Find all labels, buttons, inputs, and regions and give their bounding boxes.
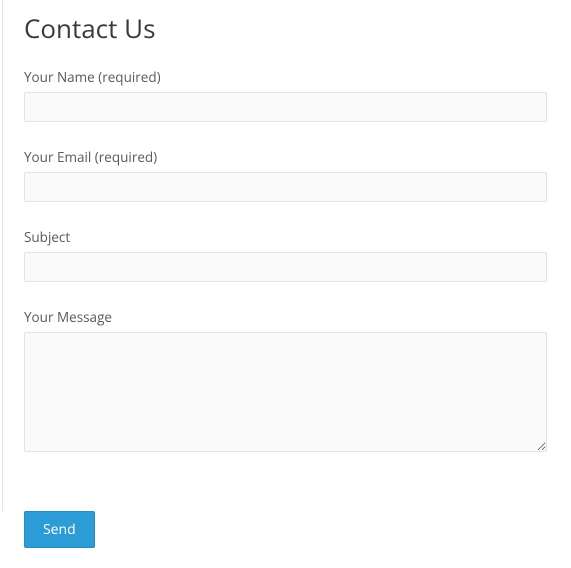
- subject-input[interactable]: [24, 252, 547, 282]
- subject-field-group: Subject: [24, 228, 547, 282]
- message-field-group: Your Message: [24, 308, 547, 457]
- message-textarea[interactable]: [24, 332, 547, 452]
- email-field-group: Your Email (required): [24, 148, 547, 202]
- subject-label: Subject: [24, 228, 547, 246]
- send-button[interactable]: Send: [24, 511, 95, 548]
- name-input[interactable]: [24, 92, 547, 122]
- name-label: Your Name (required): [24, 68, 547, 86]
- contact-page: Contact Us Your Name (required) Your Ema…: [0, 0, 571, 568]
- vertical-divider: [2, 0, 3, 511]
- page-title: Contact Us: [24, 10, 547, 46]
- email-input[interactable]: [24, 172, 547, 202]
- message-label: Your Message: [24, 308, 547, 326]
- email-label: Your Email (required): [24, 148, 547, 166]
- name-field-group: Your Name (required): [24, 68, 547, 122]
